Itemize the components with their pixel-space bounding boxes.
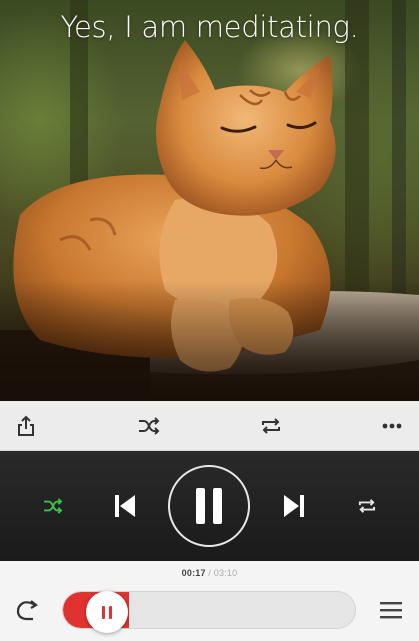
repeat-button[interactable] — [354, 495, 380, 517]
pause-icon — [196, 488, 222, 524]
seek-knob[interactable] — [86, 591, 128, 633]
shuffle-toggle-button[interactable] — [136, 414, 162, 438]
secondary-toolbar — [0, 401, 419, 451]
shuffle-button[interactable] — [40, 495, 66, 517]
progress-panel: 00:17 / 03:10 — [0, 561, 419, 641]
repeat-icon — [262, 418, 280, 434]
total-time: 03:10 — [213, 568, 238, 578]
play-pause-button[interactable] — [168, 465, 250, 547]
next-icon — [284, 495, 304, 517]
repeat-toggle-button[interactable] — [258, 414, 284, 438]
image-caption: Yes, I am meditating. — [60, 10, 359, 44]
queue-button[interactable] — [378, 598, 404, 622]
time-readout: 00:17 / 03:10 — [0, 568, 419, 578]
shuffle-icon — [139, 417, 160, 435]
share-button[interactable] — [14, 414, 38, 438]
time-separator: / — [208, 568, 212, 578]
more-icon — [382, 423, 402, 429]
elapsed-time: 00:17 — [181, 568, 206, 578]
transport-controls — [0, 451, 419, 561]
repeat-icon — [358, 499, 376, 513]
more-options-button[interactable] — [380, 414, 404, 438]
share-icon — [18, 415, 34, 436]
album-artwork: Yes, I am meditating. — [0, 0, 419, 401]
previous-track-button[interactable] — [112, 493, 138, 519]
shuffle-icon — [44, 498, 63, 514]
previous-icon — [115, 495, 135, 517]
cat-photo — [0, 0, 419, 401]
next-track-button[interactable] — [281, 493, 307, 519]
replay-button[interactable] — [14, 597, 42, 623]
queue-list-icon — [380, 602, 402, 619]
knob-pause-bar — [109, 605, 112, 619]
replay-icon — [16, 600, 38, 621]
knob-pause-bar — [102, 605, 105, 619]
